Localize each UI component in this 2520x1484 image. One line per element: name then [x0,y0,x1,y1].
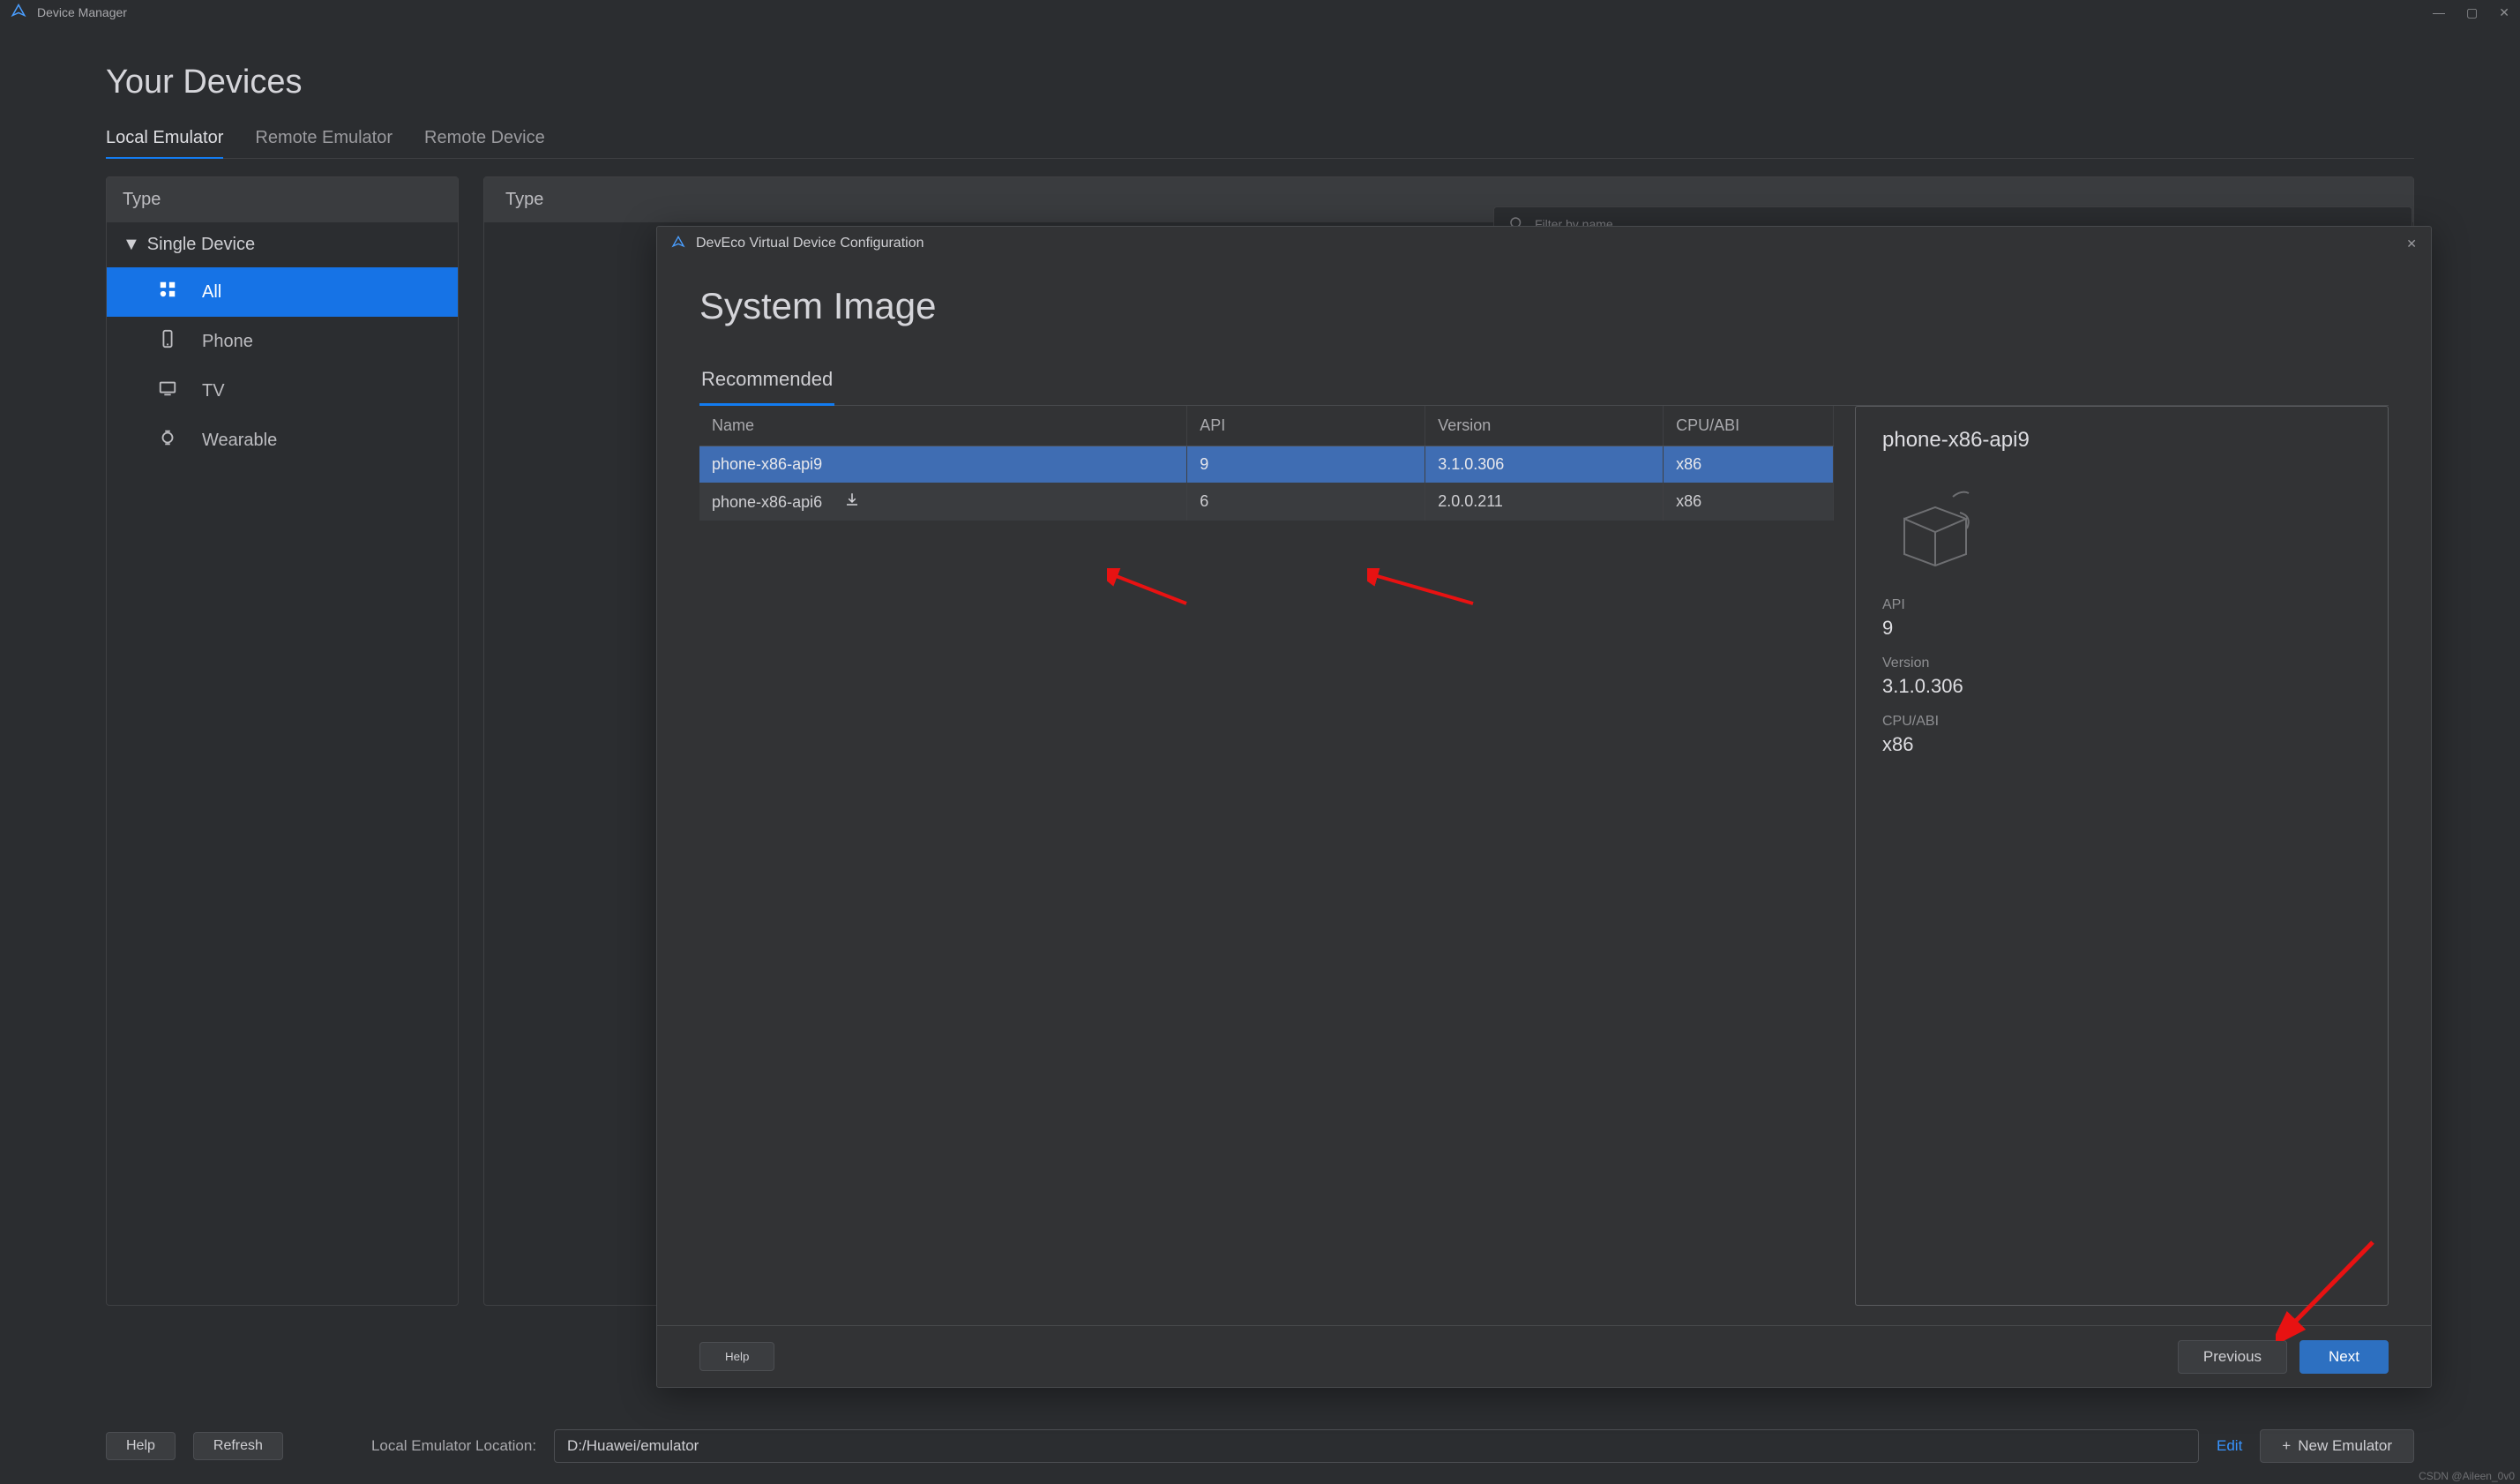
col-version[interactable]: Version [1425,406,1664,446]
dialog-titlebar: DevEco Virtual Device Configuration ✕ [657,227,2431,260]
detail-api-value: 9 [1882,617,2361,640]
location-label: Local Emulator Location: [371,1437,536,1455]
detail-api-label: API [1882,597,2361,613]
chevron-down-icon: ▼ [123,235,140,255]
titlebar: Device Manager — ▢ ✕ [0,0,2520,25]
sidebar-item-label: Phone [202,332,253,352]
next-button[interactable]: Next [2299,1340,2389,1374]
new-emulator-label: New Emulator [2298,1437,2392,1455]
sidebar-item-phone[interactable]: Phone [107,317,458,366]
tab-local-emulator[interactable]: Local Emulator [106,128,223,159]
cell-name-text: phone-x86-api6 [712,493,822,511]
device-source-tabs: Local Emulator Remote Emulator Remote De… [106,128,2414,159]
grid-icon [154,280,181,304]
minimize-button[interactable]: — [2433,5,2445,20]
phone-icon [154,329,181,354]
cell-cpu: x86 [1664,446,1834,483]
tab-recommended[interactable]: Recommended [699,359,834,406]
virtual-device-config-dialog: DevEco Virtual Device Configuration ✕ Sy… [656,226,2432,1388]
col-cpu[interactable]: CPU/ABI [1664,406,1834,446]
detail-cpu-label: CPU/ABI [1882,714,2361,730]
new-emulator-button[interactable]: + New Emulator [2260,1429,2414,1463]
cell-name: phone-x86-api9 [699,446,1187,483]
detail-cpu-value: x86 [1882,733,2361,756]
help-button[interactable]: Help [106,1432,176,1460]
footer-bar: Help Refresh Local Emulator Location: Ed… [106,1429,2414,1463]
sidebar-item-tv[interactable]: TV [107,366,458,416]
col-api[interactable]: API [1187,406,1425,446]
sidebar-item-all[interactable]: All [107,267,458,317]
sidebar-item-label: Wearable [202,431,277,451]
col-name[interactable]: Name [699,406,1187,446]
sidebar-group-label: Single Device [147,235,255,255]
cell-cpu: x86 [1664,483,1834,521]
cell-api: 9 [1187,446,1425,483]
sidebar-item-label: TV [202,381,225,401]
table-row[interactable]: phone-x86-api9 9 3.1.0.306 x86 [699,446,1834,483]
refresh-button[interactable]: Refresh [193,1432,283,1460]
cell-api: 6 [1187,483,1425,521]
watermark: CSDN @Aileen_0v0 [2419,1470,2515,1482]
watch-icon [154,428,181,453]
type-sidebar: Type ▼ Single Device All Phone [106,176,459,1306]
image-tabs: Recommended [699,359,2389,406]
dialog-footer: Help Previous Next [657,1325,2431,1387]
app-logo-icon [671,236,685,252]
detail-title: phone-x86-api9 [1882,428,2361,453]
download-icon[interactable] [844,493,860,511]
sidebar-item-label: All [202,282,221,303]
window-title: Device Manager [37,5,127,19]
maximize-button[interactable]: ▢ [2466,5,2478,20]
dialog-close-button[interactable]: ✕ [2406,236,2417,251]
detail-version-value: 3.1.0.306 [1882,675,2361,698]
previous-button[interactable]: Previous [2178,1340,2287,1374]
detail-version-label: Version [1882,656,2361,671]
cell-name: phone-x86-api6 [699,483,1187,521]
cell-version: 2.0.0.211 [1425,483,1664,521]
cell-version: 3.1.0.306 [1425,446,1664,483]
app-logo-icon [11,4,26,22]
edit-link[interactable]: Edit [2217,1437,2242,1455]
system-image-table: Name API Version CPU/ABI phone-x86-api9 … [699,406,1834,521]
dialog-heading: System Image [699,285,2389,327]
tab-remote-device[interactable]: Remote Device [424,128,545,158]
location-input[interactable] [554,1429,2199,1463]
plus-icon: + [2282,1437,2291,1455]
tab-remote-emulator[interactable]: Remote Emulator [255,128,393,158]
open-box-icon [1882,470,1988,576]
detail-panel: phone-x86-api9 API 9 Version [1855,406,2389,1306]
close-button[interactable]: ✕ [2499,5,2509,20]
tv-icon [154,378,181,403]
dialog-title: DevEco Virtual Device Configuration [696,236,924,251]
page-title: Your Devices [106,64,2414,101]
sidebar-group-single-device[interactable]: ▼ Single Device [107,222,458,267]
sidebar-header: Type [107,177,458,222]
dialog-help-button[interactable]: Help [699,1342,774,1371]
table-row[interactable]: phone-x86-api6 6 2.0.0.211 x86 [699,483,1834,521]
sidebar-item-wearable[interactable]: Wearable [107,416,458,465]
